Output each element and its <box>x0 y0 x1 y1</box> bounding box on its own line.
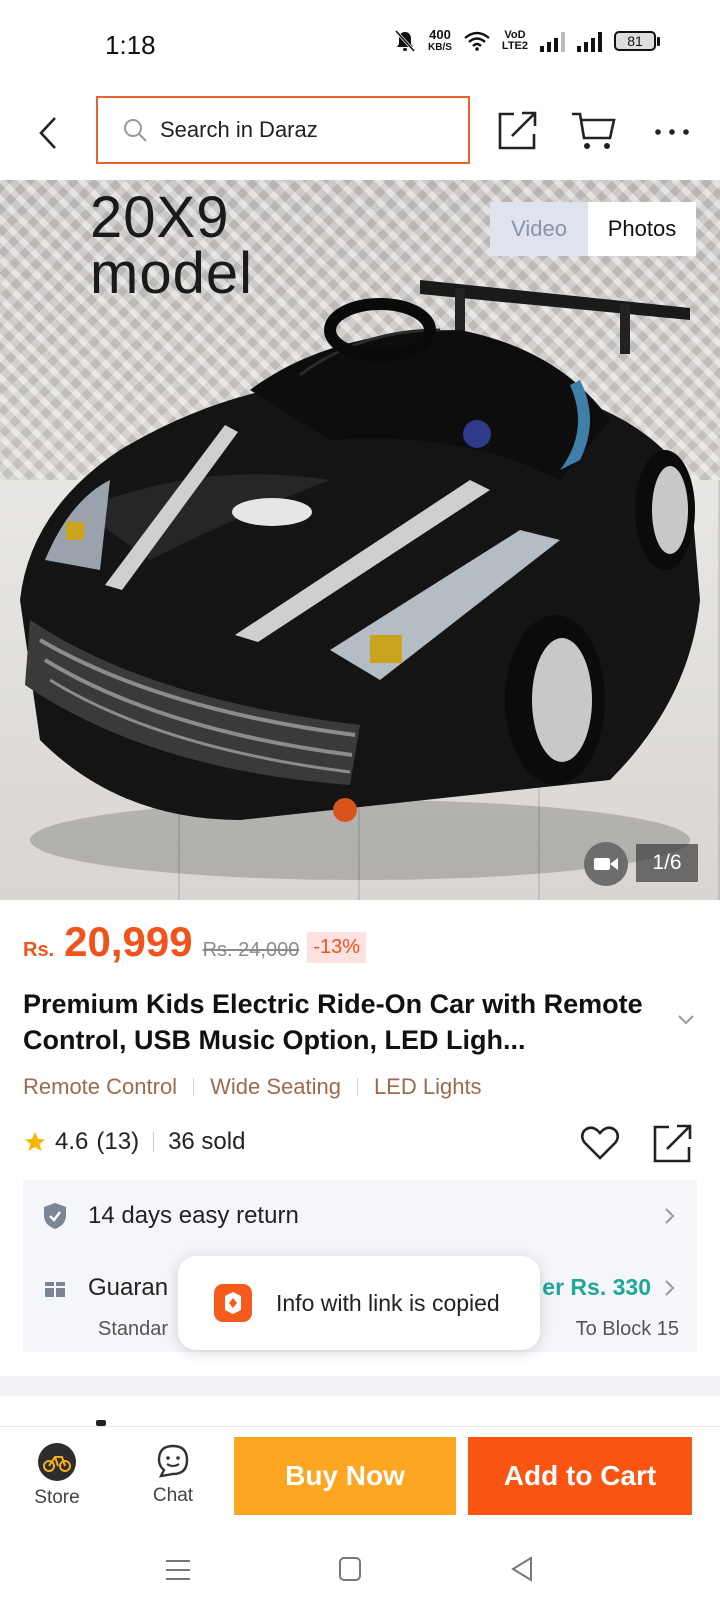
mute-bell-icon <box>394 29 416 53</box>
search-input[interactable]: Search in Daraz <box>96 96 470 164</box>
signal-icon-sim2 <box>577 30 602 52</box>
status-time: 1:18 <box>105 30 156 60</box>
price-row: Rs. 20,999 Rs. 24,000 -13% <box>23 918 367 966</box>
bottom-action-bar: Store Chat Buy Now Add to Cart <box>0 1426 720 1530</box>
tag-separator <box>356 1078 358 1096</box>
signal-icon-sim1 <box>540 30 565 52</box>
overlay-line-2: model <box>90 241 253 306</box>
recent-apps-icon[interactable] <box>164 1558 192 1582</box>
add-to-cart-button[interactable]: Add to Cart <box>468 1437 692 1515</box>
copy-toast: Info with link is copied <box>178 1256 540 1350</box>
image-counter: 1/6 <box>636 844 698 882</box>
return-policy-row[interactable]: 14 days easy return <box>23 1180 697 1252</box>
speed-value: 400 <box>429 27 451 42</box>
cart-icon[interactable] <box>570 108 618 152</box>
chevron-left-icon <box>39 117 56 149</box>
return-label: 14 days easy return <box>88 1202 299 1229</box>
star-icon <box>25 1132 45 1151</box>
status-bar: 1:18 400 KB/S VoD LTE2 81 <box>0 0 720 90</box>
search-icon <box>124 119 147 142</box>
wifi-icon <box>464 31 490 51</box>
discount-badge: -13% <box>307 932 367 963</box>
chevron-right-icon <box>665 1280 675 1296</box>
chevron-right-icon <box>665 1208 675 1224</box>
toast-message: Info with link is copied <box>276 1289 500 1316</box>
delivery-destination: To Block 15 <box>575 1318 679 1340</box>
sold-count: 36 sold <box>168 1128 246 1155</box>
section-divider <box>0 1376 720 1396</box>
rating-row[interactable]: 4.6 (13) 36 sold <box>23 1128 245 1156</box>
battery-level: 81 <box>614 31 656 51</box>
heart-icon[interactable] <box>580 1124 620 1162</box>
media-toggle: Video Photos <box>490 202 696 256</box>
chat-icon <box>157 1444 189 1478</box>
chat-button[interactable]: Chat <box>138 1443 208 1523</box>
chat-label: Chat <box>152 1485 194 1506</box>
volte-bottom: LTE2 <box>501 40 528 52</box>
store-logo-icon <box>38 1443 76 1481</box>
price-original: Rs. 24,000 <box>202 939 300 961</box>
store-button[interactable]: Store <box>20 1443 94 1523</box>
back-button[interactable] <box>28 108 68 158</box>
delivery-type: Standar <box>98 1318 169 1340</box>
review-count: (13) <box>96 1128 140 1155</box>
product-title[interactable]: Premium Kids Electric Ride-On Car with R… <box>23 986 653 1058</box>
battery-icon: 81 <box>614 31 660 51</box>
price-current: 20,999 <box>64 918 193 965</box>
product-image-gallery[interactable]: 20X9 model Video Photos 1/6 <box>0 180 720 900</box>
share-icon[interactable] <box>652 1122 694 1164</box>
share-icon[interactable] <box>496 108 540 152</box>
daraz-app-icon <box>214 1284 252 1322</box>
overlay-line-1: 20X9 <box>90 185 230 250</box>
rating-value: 4.6 <box>55 1128 89 1155</box>
shield-check-icon <box>44 1203 66 1229</box>
network-speed: 400 KB/S <box>428 28 452 54</box>
guarantee-label: Guaran <box>88 1274 169 1301</box>
image-overlay-text: 20X9 model <box>90 185 253 306</box>
video-play-button[interactable] <box>584 842 628 886</box>
status-icons: 400 KB/S VoD LTE2 81 <box>394 28 660 54</box>
tag-separator <box>193 1078 195 1096</box>
chevron-down-icon[interactable] <box>676 1012 696 1028</box>
tag-item: Wide Seating <box>210 1074 341 1099</box>
tag-item: LED Lights <box>373 1074 482 1099</box>
back-triangle-icon[interactable] <box>510 1556 534 1582</box>
price-currency: Rs. <box>23 939 55 961</box>
daraz-logo-icon <box>225 1292 241 1314</box>
buy-now-button[interactable]: Buy Now <box>234 1437 456 1515</box>
top-header: Search in Daraz <box>0 90 720 180</box>
more-icon[interactable] <box>650 112 694 152</box>
tag-item: Remote Control <box>23 1074 178 1099</box>
search-placeholder: Search in Daraz <box>160 117 318 142</box>
speed-unit: KB/S <box>428 42 452 53</box>
tab-photos[interactable]: Photos <box>588 202 696 256</box>
product-tags: Remote Control Wide Seating LED Lights <box>23 1074 482 1100</box>
volte-indicator: VoD LTE2 <box>502 30 528 52</box>
home-icon[interactable] <box>338 1556 362 1582</box>
delivery-fee: er Rs. 330 <box>542 1274 651 1300</box>
gift-icon <box>45 1278 65 1297</box>
video-camera-icon <box>594 858 618 870</box>
rating-separator <box>153 1132 155 1152</box>
system-nav-bar <box>0 1530 720 1612</box>
store-label: Store <box>34 1487 80 1508</box>
tab-video[interactable]: Video <box>490 202 588 256</box>
